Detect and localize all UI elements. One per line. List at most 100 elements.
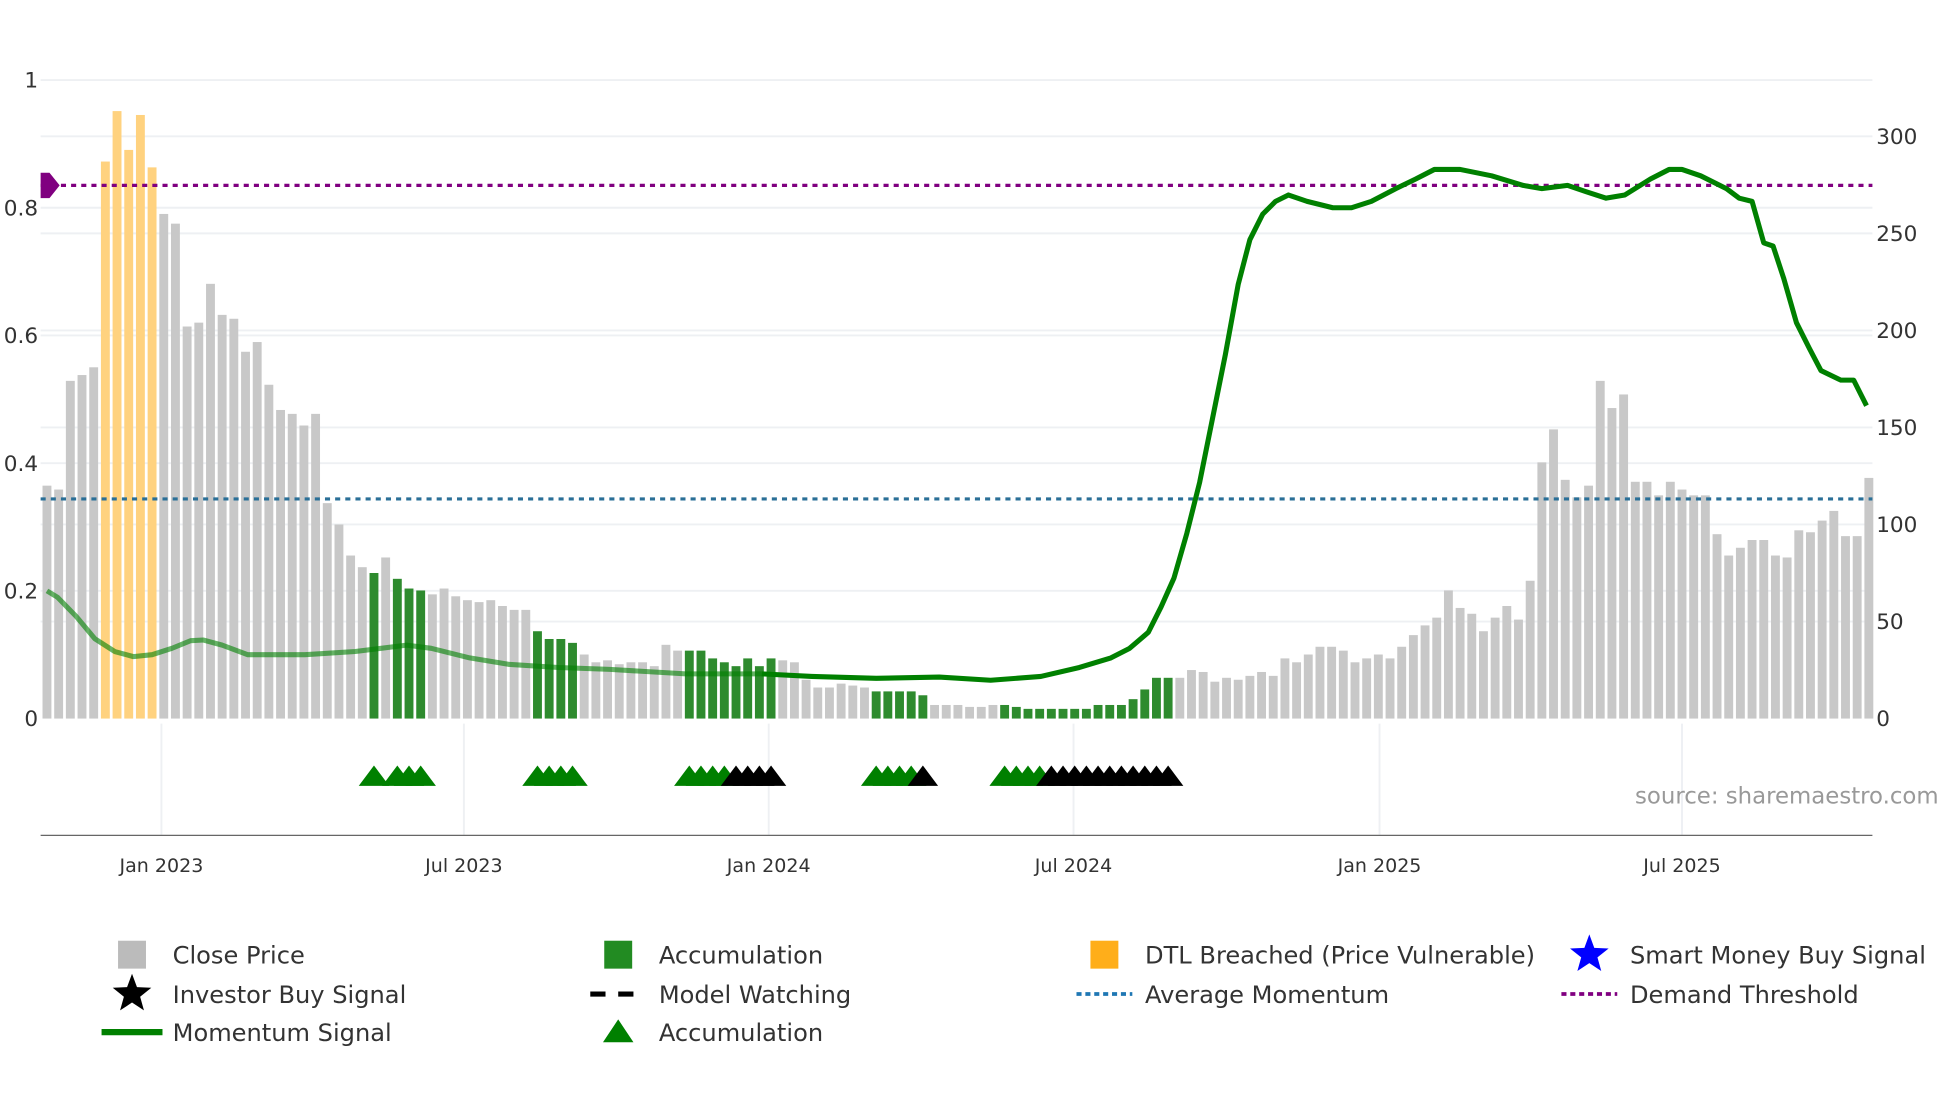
bar-close-price (941, 704, 951, 719)
bar-accumulation (1116, 704, 1126, 719)
bar-close-price (1665, 481, 1675, 719)
legend-item: Investor Buy Signal (173, 981, 407, 1009)
bar-close-price (1724, 555, 1734, 719)
bar-close-price (42, 485, 52, 719)
bar-dtl-breached (147, 167, 157, 719)
bar-close-price (1806, 532, 1815, 719)
bar-close-price (1198, 671, 1208, 719)
bar-close-price (77, 375, 87, 719)
legend-label: Accumulation (659, 1019, 823, 1047)
bar-accumulation (1023, 708, 1033, 719)
legend-square-icon (1090, 940, 1119, 969)
bar-close-price (1712, 534, 1722, 719)
bar-close-price (229, 318, 239, 719)
legend-label: DTL Breached (Price Vulnerable) (1145, 942, 1535, 970)
bar-accumulation (568, 642, 577, 719)
right-axis-tick: 100 (1876, 513, 1917, 538)
bar-close-price (813, 687, 823, 719)
bar-close-price (1210, 681, 1220, 719)
bar-dtl-breached (100, 161, 110, 719)
bar-accumulation (1070, 708, 1080, 719)
legend-label: Momentum Signal (173, 1019, 392, 1047)
bar-close-price (1222, 677, 1231, 719)
bar-close-price (1490, 617, 1500, 719)
bar-accumulation (883, 691, 893, 719)
bar-close-price (661, 644, 671, 719)
price-bars (42, 111, 1874, 719)
legend-square-icon (118, 940, 146, 969)
bar-close-price (252, 342, 262, 719)
bar-close-price (1770, 555, 1780, 719)
bar-close-price (1747, 540, 1757, 719)
bar-close-price (1280, 658, 1290, 719)
bar-close-price (801, 679, 811, 719)
bar-close-price (159, 213, 169, 719)
legend-square-icon (604, 940, 633, 969)
bar-accumulation (1081, 708, 1091, 719)
legend-item: Demand Threshold (1630, 981, 1859, 1009)
bar-accumulation (1093, 704, 1103, 719)
signal-markers (358, 765, 1184, 786)
source-label: source: sharemaestro.com (1635, 784, 1939, 810)
bar-close-price (848, 685, 858, 719)
bar-close-price (1175, 677, 1185, 719)
x-axis-tick: Jul 2024 (1034, 855, 1112, 877)
bar-close-price (346, 555, 356, 719)
triangle-icon (602, 1019, 634, 1043)
legend: Close Price Accumulation DTL Breached (Pri… (101, 934, 1926, 1047)
bar-close-price (241, 351, 250, 719)
bar-accumulation (533, 631, 542, 719)
legend-label: Average Momentum (1145, 981, 1389, 1009)
bar-accumulation (416, 590, 426, 719)
bar-close-price (1292, 662, 1302, 719)
bar-close-price (579, 654, 589, 719)
bar-accumulation (1105, 704, 1115, 719)
bar-accumulation (906, 691, 916, 719)
bar-close-price (1408, 635, 1418, 719)
bar-close-price (299, 425, 309, 719)
bar-accumulation (766, 658, 776, 719)
legend-item: Accumulation (659, 1019, 823, 1047)
bar-close-price (1549, 429, 1558, 719)
legend-item: Close Price (173, 942, 305, 970)
bar-close-price (194, 322, 204, 719)
bar-close-price (1303, 654, 1313, 719)
bar-close-price (1689, 495, 1699, 719)
bar-close-price (825, 687, 834, 719)
bar-close-price (1864, 477, 1874, 719)
bar-close-price (1443, 590, 1453, 719)
bar-close-price (217, 314, 227, 719)
bar-dtl-breached (135, 114, 145, 719)
right-axis-tick: 150 (1876, 416, 1917, 441)
legend-label: Investor Buy Signal (173, 981, 407, 1009)
bar-close-price (1642, 481, 1652, 719)
bar-accumulation (871, 691, 881, 719)
bar-close-price (673, 650, 683, 719)
bar-accumulation (369, 573, 379, 719)
bar-accumulation (895, 691, 904, 719)
left-axis-tick: 0.4 (4, 452, 38, 477)
bar-close-price (836, 683, 846, 719)
bar-close-price (1233, 679, 1243, 719)
bar-close-price (1630, 481, 1640, 719)
bar-close-price (357, 567, 367, 719)
bar-accumulation (1163, 677, 1173, 719)
right-axis-tick: 50 (1876, 610, 1903, 635)
bar-close-price (1525, 580, 1535, 719)
bar-close-price (65, 380, 75, 719)
bar-close-price (311, 413, 321, 719)
bar-close-price (1794, 530, 1804, 719)
bar-close-price (1560, 479, 1570, 719)
bar-close-price (1385, 658, 1395, 719)
bar-close-price (206, 283, 215, 719)
x-axis-tick: Jan 2024 (726, 855, 811, 877)
bar-close-price (976, 706, 986, 719)
bar-close-price (1782, 557, 1792, 719)
bar-close-price (1327, 646, 1337, 719)
right-axis-tick: 250 (1876, 222, 1917, 247)
bar-close-price (182, 326, 192, 719)
right-axis-tick: 300 (1876, 125, 1917, 150)
x-axis-tick: Jan 2025 (1337, 855, 1422, 877)
bar-accumulation (708, 658, 718, 719)
bar-close-price (322, 503, 332, 719)
